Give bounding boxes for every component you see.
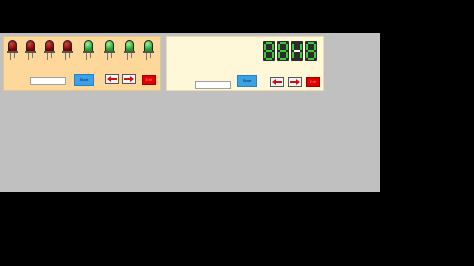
left-arrow-icon <box>107 76 117 82</box>
segment-value-input[interactable] <box>195 81 231 89</box>
segment-left-arrow-button[interactable] <box>270 77 284 87</box>
led-panel: Start Exit <box>3 36 161 91</box>
led-start-button[interactable]: Start <box>74 74 94 86</box>
segment-exit-button[interactable]: Exit <box>306 77 320 87</box>
led-red-1 <box>7 40 18 60</box>
led-red-2 <box>25 40 36 60</box>
led-exit-button[interactable]: Exit <box>142 75 156 85</box>
led-red-4 <box>62 40 73 60</box>
led-green-2 <box>104 40 115 60</box>
left-arrow-icon <box>272 79 282 85</box>
segment-digit-4 <box>305 41 317 61</box>
segment-start-button[interactable]: Start <box>237 75 257 87</box>
led-left-arrow-button[interactable] <box>105 74 119 84</box>
segment-digit-2 <box>277 41 289 61</box>
led-green-3 <box>124 40 135 60</box>
led-green-4 <box>143 40 154 60</box>
segment-panel: Start Exit <box>166 36 324 91</box>
led-red-3 <box>44 40 55 60</box>
segment-digit-3 <box>291 41 303 61</box>
workspace-area: Start Exit Start Exit <box>0 33 380 192</box>
led-green-1 <box>83 40 94 60</box>
segment-digit-1 <box>263 41 275 61</box>
right-arrow-icon <box>124 76 134 82</box>
led-right-arrow-button[interactable] <box>122 74 136 84</box>
led-value-input[interactable] <box>30 77 66 85</box>
segment-right-arrow-button[interactable] <box>288 77 302 87</box>
right-arrow-icon <box>290 79 300 85</box>
